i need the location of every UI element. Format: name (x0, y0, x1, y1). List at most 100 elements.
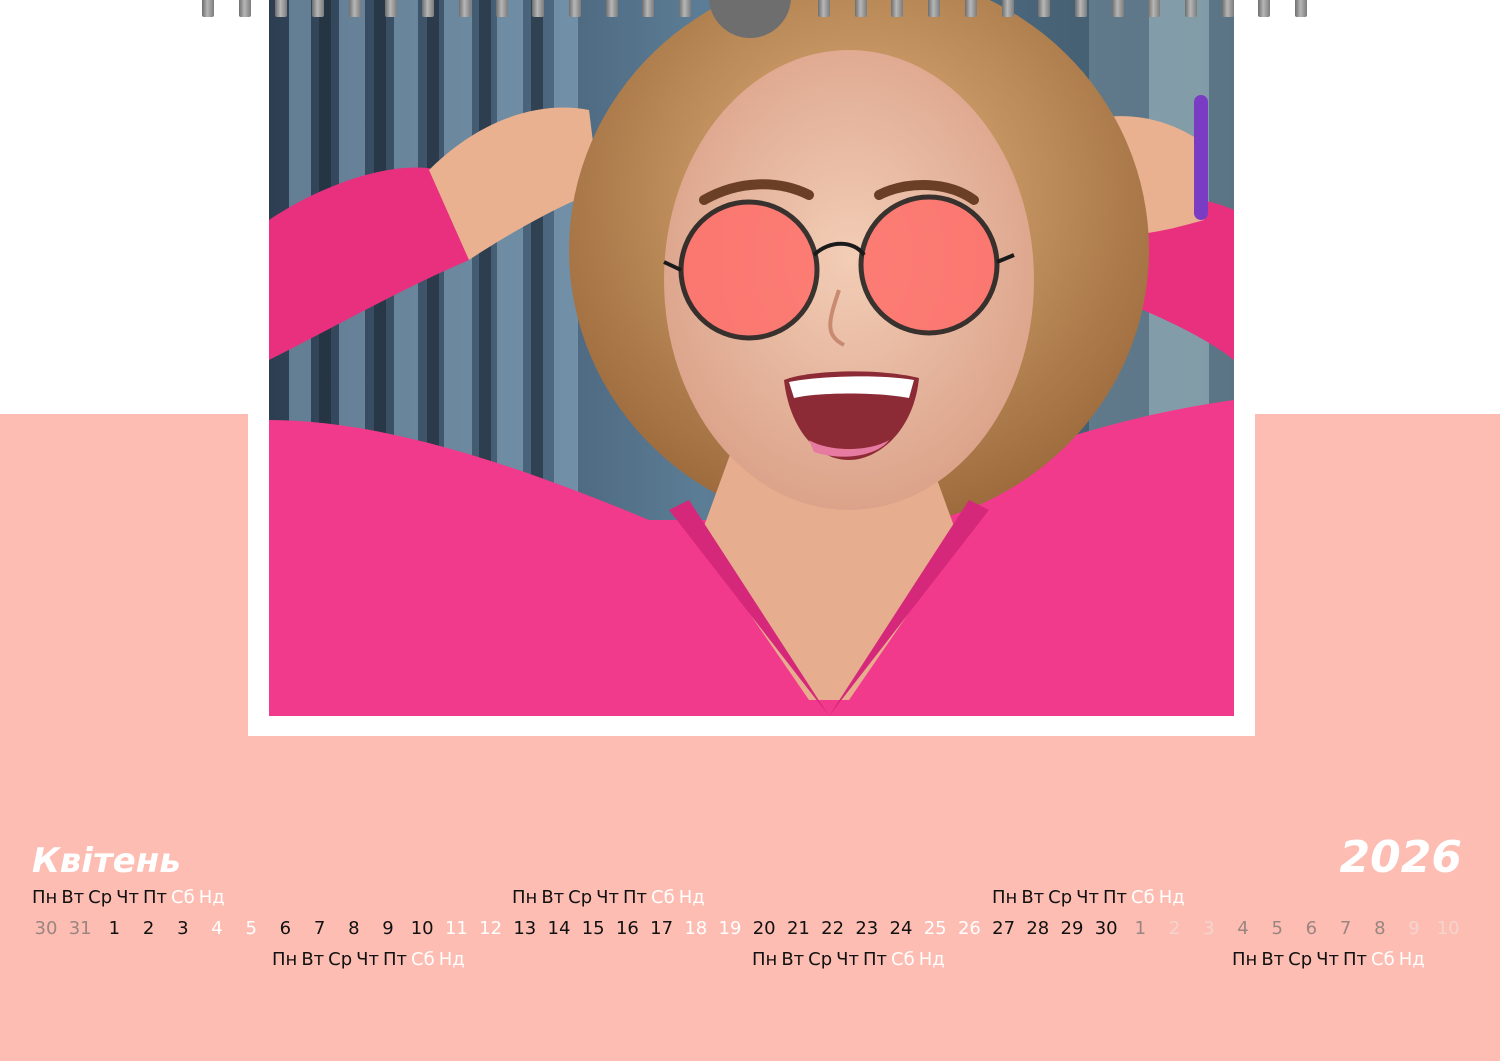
weekday-label: Пн (992, 887, 1018, 908)
day-number: 6 (1305, 918, 1318, 939)
binding-ring (459, 0, 471, 17)
day-number: 3 (1203, 918, 1215, 939)
weekday-label: Сб (891, 949, 915, 970)
weekday-label: Нд (1398, 949, 1425, 970)
month-title: Квітень (32, 841, 181, 881)
binding-ring (1148, 0, 1160, 17)
day-number: 17 (650, 918, 674, 939)
day-number: 28 (1026, 918, 1050, 939)
binding-ring (1295, 0, 1307, 17)
day-number: 7 (1339, 918, 1352, 939)
binding-ring (855, 0, 867, 17)
weekday-label: Нд (678, 887, 705, 908)
weekday-label: Ср (568, 887, 593, 908)
binding-ring (569, 0, 581, 17)
day-number: 20 (752, 918, 776, 939)
weekday-label: Вт (61, 887, 85, 908)
day-number: 30 (34, 918, 58, 939)
weekday-label: Сб (171, 887, 195, 908)
binding-ring (1222, 0, 1234, 17)
binding-ring (1258, 0, 1270, 17)
day-number: 6 (279, 918, 292, 939)
day-number: 7 (313, 918, 326, 939)
weekday-label: Чт (596, 887, 619, 908)
day-number: 27 (992, 918, 1016, 939)
binding-ring (642, 0, 654, 17)
weekday-row: Пн Вт Ср Чт Пт Сб Нд (512, 886, 705, 910)
weekday-label: Пн (1232, 949, 1258, 970)
weekday-row: Пн Вт Ср Чт Пт Сб Нд (752, 948, 945, 972)
weekday-label: Сб (651, 887, 675, 908)
weekday-label: Ср (1048, 887, 1073, 908)
weekday-label: Пт (862, 949, 888, 970)
binding-ring (202, 0, 214, 17)
day-number: 22 (821, 918, 845, 939)
day-number: 19 (718, 918, 742, 939)
weekday-label: Чт (116, 887, 139, 908)
day-number: 15 (581, 918, 605, 939)
weekday-label: Вт (1261, 949, 1285, 970)
cover-photo (269, 0, 1234, 716)
binding-ring (928, 0, 940, 17)
weekday-row: Пн Вт Ср Чт Пт Сб Нд (272, 948, 465, 972)
day-number: 23 (855, 918, 879, 939)
day-number: 3 (177, 918, 189, 939)
weekday-label: Вт (301, 949, 325, 970)
weekday-label: Чт (836, 949, 859, 970)
binding-ring (1038, 0, 1050, 17)
day-number: 5 (1271, 918, 1283, 939)
weekday-label: Ср (1288, 949, 1313, 970)
day-number: 10 (410, 918, 434, 939)
day-number: 4 (211, 918, 223, 939)
weekday-row: Пн Вт Ср Чт Пт Сб Нд (32, 886, 225, 910)
weekday-label: Нд (1158, 887, 1185, 908)
day-number: 2 (1168, 918, 1181, 939)
dates-strip: 30 31 1 2 3 4 5 6 7 8 9 10 11 12 13 14 15 16 17 18 19 20 21 22 2… (30, 916, 1470, 942)
day-number: 11 (444, 918, 468, 939)
weekday-label: Сб (1131, 887, 1155, 908)
day-number: 16 (615, 918, 639, 939)
weekday-label: Чт (1316, 949, 1339, 970)
binding-ring (1185, 0, 1197, 17)
day-number: 1 (108, 918, 121, 939)
day-number: 25 (923, 918, 947, 939)
day-number: 26 (957, 918, 981, 939)
weekday-label: Пт (1102, 887, 1128, 908)
weekday-label: Ср (88, 887, 113, 908)
day-number: 21 (786, 918, 810, 939)
weekday-label: Сб (411, 949, 435, 970)
day-number: 10 (1436, 918, 1460, 939)
day-number: 9 (382, 918, 394, 939)
weekday-row: Пн Вт Ср Чт Пт Сб Нд (1232, 948, 1425, 972)
binding-ring (965, 0, 977, 17)
weekday-label: Нд (438, 949, 465, 970)
binding-ring (1075, 0, 1087, 17)
day-number: 2 (142, 918, 155, 939)
photo-illustration (269, 0, 1234, 716)
weekday-label: Вт (1021, 887, 1045, 908)
weekday-label: Пт (622, 887, 648, 908)
hanger-hook (709, 0, 791, 38)
day-number: 24 (889, 918, 913, 939)
day-number: 8 (348, 918, 360, 939)
day-number: 18 (684, 918, 708, 939)
binding-ring (496, 0, 508, 17)
weekday-label: Нд (918, 949, 945, 970)
weekday-label: Нд (198, 887, 225, 908)
binding-ring (275, 0, 287, 17)
weekday-row: Пн Вт Ср Чт Пт Сб Нд (992, 886, 1185, 910)
weekday-label: Пт (142, 887, 168, 908)
binding-ring (239, 0, 251, 17)
binding-ring (891, 0, 903, 17)
binding-ring (679, 0, 691, 17)
binding-ring (385, 0, 397, 17)
weekday-label: Пн (752, 949, 778, 970)
weekday-label: Пн (272, 949, 298, 970)
day-number: 1 (1134, 918, 1147, 939)
weekday-label: Сб (1371, 949, 1395, 970)
day-number: 8 (1374, 918, 1386, 939)
binding-ring (532, 0, 544, 17)
weekday-label: Пн (32, 887, 58, 908)
day-number: 12 (479, 918, 503, 939)
spiral-binding (0, 0, 1500, 40)
